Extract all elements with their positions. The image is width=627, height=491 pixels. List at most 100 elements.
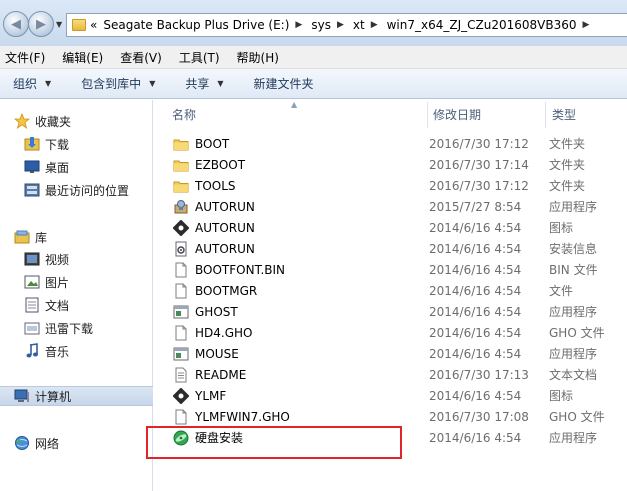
column-header-name-label: 名称	[172, 107, 197, 122]
menu-help[interactable]: 帮助(H)	[237, 49, 279, 66]
file-row[interactable]: README 2016/7/30 17:13 文本文档	[169, 364, 627, 385]
nav-recent-places-label: 最近访问的位置	[45, 183, 130, 198]
file-date: 2014/6/16 4:54	[429, 262, 522, 277]
file-name: YLMF	[195, 388, 227, 403]
file-name: BOOTMGR	[195, 283, 258, 298]
file-row[interactable]: AUTORUN 2014/6/16 4:54 安装信息	[169, 238, 627, 259]
file-row[interactable]: MOUSE 2014/6/16 4:54 应用程序	[169, 343, 627, 364]
breadcrumb-drive[interactable]: Seagate Backup Plus Drive (E:)	[103, 18, 289, 32]
network-icon	[14, 435, 30, 451]
file-type: 安装信息	[549, 242, 598, 256]
file-date: 2014/6/16 4:54	[429, 283, 522, 298]
organize-button[interactable]: 组织 ▼	[13, 75, 51, 92]
ico-file-icon	[173, 219, 189, 236]
file-name: AUTORUN	[195, 220, 255, 235]
breadcrumb-sys[interactable]: sys	[311, 18, 331, 32]
file-row[interactable]: EZBOOT 2016/7/30 17:14 文件夹	[169, 154, 627, 175]
breadcrumb-current-folder[interactable]: win7_x64_ZJ_CZu201608VB360	[387, 18, 577, 32]
file-row[interactable]: GHOST 2014/6/16 4:54 应用程序	[169, 301, 627, 322]
file-name: TOOLS	[195, 178, 236, 193]
back-button[interactable]: ◀	[3, 11, 29, 37]
file-date: 2014/6/16 4:54	[429, 241, 522, 256]
file-type: 图标	[549, 221, 574, 235]
column-header-date-label: 修改日期	[433, 107, 482, 122]
nav-favorites-label: 收藏夹	[35, 114, 72, 129]
menu-edit[interactable]: 编辑(E)	[62, 49, 103, 66]
column-header-type[interactable]: 类型	[552, 100, 627, 128]
chevron-right-icon[interactable]: ▶	[371, 20, 378, 30]
nav-documents-label: 文档	[45, 298, 70, 313]
include-in-library-button[interactable]: 包含到库中 ▼	[81, 75, 155, 92]
file-type: 文件	[549, 284, 574, 298]
text-file-icon	[173, 367, 189, 383]
include-in-library-label: 包含到库中	[81, 77, 142, 91]
video-icon	[24, 251, 40, 267]
file-row[interactable]: AUTORUN 2015/7/27 8:54 应用程序	[169, 196, 627, 217]
chevron-right-icon[interactable]: ▶	[337, 20, 344, 30]
column-divider[interactable]	[427, 102, 428, 128]
recent-pages-dropdown-icon[interactable]: ▼	[56, 20, 62, 29]
share-button[interactable]: 共享 ▼	[185, 75, 223, 92]
xunlei-folder-icon	[24, 320, 40, 336]
chevron-right-icon[interactable]: ▶	[295, 20, 302, 30]
nav-computer[interactable]: 计算机	[0, 386, 153, 406]
blank-file-icon	[173, 262, 189, 278]
chevron-right-icon[interactable]: ▶	[583, 20, 590, 30]
document-icon	[24, 297, 40, 313]
menu-tools[interactable]: 工具(T)	[179, 49, 220, 66]
file-row[interactable]: BOOTMGR 2014/6/16 4:54 文件	[169, 280, 627, 301]
file-type: 应用程序	[549, 431, 598, 445]
file-row[interactable]: BOOTFONT.BIN 2014/6/16 4:54 BIN 文件	[169, 259, 627, 280]
nav-favorites[interactable]: 收藏夹	[14, 111, 167, 131]
new-folder-button[interactable]: 新建文件夹	[254, 75, 314, 92]
installer-icon	[173, 199, 189, 215]
music-icon	[24, 343, 40, 359]
column-divider[interactable]	[545, 102, 546, 128]
file-type: 应用程序	[549, 200, 598, 214]
file-date: 2014/6/16 4:54	[429, 346, 522, 361]
file-type: GHO 文件	[549, 410, 605, 424]
file-type: 文件夹	[549, 137, 586, 151]
file-date: 2014/6/16 4:54	[429, 325, 522, 340]
computer-icon	[14, 388, 30, 404]
file-name: GHOST	[195, 304, 238, 319]
chevron-down-icon: ▼	[217, 79, 224, 88]
file-date: 2016/7/30 17:13	[429, 367, 529, 382]
file-type: 文件夹	[549, 158, 586, 172]
file-date: 2016/7/30 17:12	[429, 178, 529, 193]
forward-arrow-icon: ▶	[36, 16, 46, 32]
file-row[interactable]: TOOLS 2016/7/30 17:12 文件夹	[169, 175, 627, 196]
blank-file-icon	[173, 283, 189, 299]
forward-button[interactable]: ▶	[28, 11, 54, 37]
column-header-name[interactable]: 名称	[172, 100, 427, 128]
breadcrumb-overflow[interactable]: «	[90, 18, 97, 32]
file-type: 文本文档	[549, 368, 598, 382]
breadcrumb-xt[interactable]: xt	[353, 18, 365, 32]
command-bar: 组织 ▼ 包含到库中 ▼ 共享 ▼ 新建文件夹	[0, 69, 627, 99]
file-row[interactable]: YLMF 2014/6/16 4:54 图标	[169, 385, 627, 406]
app-window-icon	[173, 304, 189, 320]
nav-network[interactable]: 网络	[14, 433, 167, 453]
nav-network-label: 网络	[35, 436, 60, 451]
column-header-date[interactable]: 修改日期	[433, 100, 548, 128]
file-name: README	[195, 367, 247, 382]
file-date: 2015/7/27 8:54	[429, 199, 522, 214]
star-icon	[14, 113, 30, 129]
file-name: AUTORUN	[195, 199, 255, 214]
file-row[interactable]: BOOT 2016/7/30 17:12 文件夹	[169, 133, 627, 154]
new-folder-label: 新建文件夹	[253, 77, 314, 91]
organize-label: 组织	[13, 77, 38, 91]
address-box[interactable]: « Seagate Backup Plus Drive (E:) ▶ sys ▶…	[66, 13, 627, 37]
chevron-down-icon: ▼	[45, 79, 52, 88]
file-row[interactable]: AUTORUN 2014/6/16 4:54 图标	[169, 217, 627, 238]
nav-videos-label: 视频	[45, 252, 70, 267]
file-row[interactable]: HD4.GHO 2014/6/16 4:54 GHO 文件	[169, 322, 627, 343]
gear-file-icon	[173, 241, 189, 257]
menu-file[interactable]: 文件(F)	[5, 49, 45, 66]
nav-libraries[interactable]: 库	[14, 227, 167, 247]
library-icon	[14, 229, 30, 245]
file-date: 2016/7/30 17:14	[429, 157, 529, 172]
column-header-type-label: 类型	[552, 107, 577, 122]
menu-view[interactable]: 查看(V)	[120, 49, 162, 66]
file-row[interactable]: YLMFWIN7.GHO 2016/7/30 17:08 GHO 文件	[169, 406, 627, 427]
